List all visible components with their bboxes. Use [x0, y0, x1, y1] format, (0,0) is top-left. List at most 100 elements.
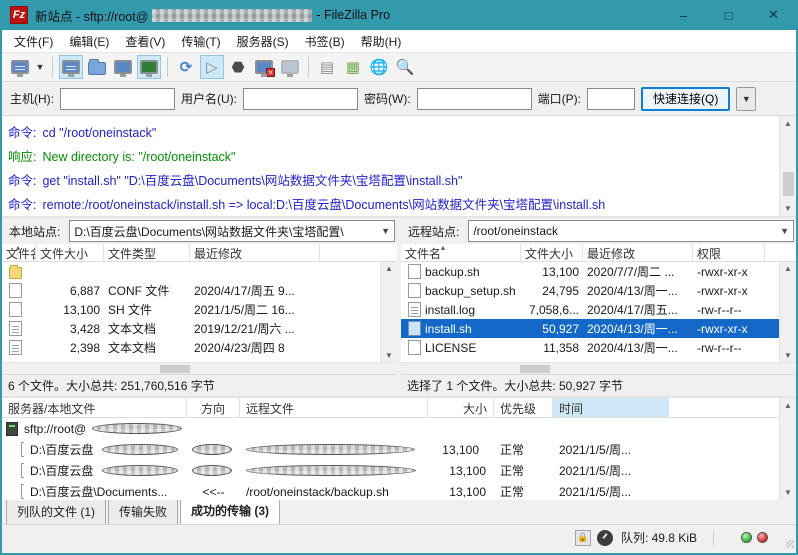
cancel-operation-icon[interactable]: ⬣	[226, 55, 250, 79]
file-icon	[408, 321, 421, 336]
lock-icon[interactable]: 🔒	[575, 530, 591, 546]
statusbar-divider	[713, 530, 714, 546]
queue-row[interactable]: D:\百度云盘\Documents... <<-- /root/oneinsta…	[2, 481, 796, 500]
port-label: 端口(P):	[538, 90, 581, 107]
menu-transfer[interactable]: 传输(T)	[173, 31, 228, 52]
remote-path-combobox[interactable]: /root/oneinstack ▼	[468, 220, 794, 242]
remote-file-row[interactable]: backup.sh 13,100 2020/7/7/周二 ... -rwxr-x…	[401, 262, 796, 281]
queue-col-time[interactable]: 时间	[553, 398, 669, 417]
chevron-down-icon[interactable]: ▼	[377, 226, 390, 236]
maximize-button[interactable]: □	[706, 0, 751, 30]
remote-col-name[interactable]: 文件名▴	[401, 244, 521, 261]
local-file-row[interactable]: 2,398 文本文档 2020/4/23/周四 8	[2, 338, 397, 357]
menu-file[interactable]: 文件(F)	[6, 31, 61, 52]
queue-col-size[interactable]: 大小	[428, 398, 494, 417]
log-scrollbar[interactable]: ▲ ▼	[779, 116, 796, 216]
local-col-modified[interactable]: 最近修改	[190, 244, 320, 261]
local-file-row[interactable]	[2, 262, 397, 281]
site-manager-icon[interactable]	[8, 55, 32, 79]
local-file-list: 6,887 CONF 文件 2020/4/17/周五 9... 13,100 S…	[2, 262, 397, 362]
remote-col-modified[interactable]: 最近修改	[583, 244, 693, 261]
remote-col-perms[interactable]: 权限	[693, 244, 765, 261]
remote-file-list: backup.sh 13,100 2020/7/7/周二 ... -rwxr-x…	[401, 262, 796, 362]
queue-col-local[interactable]: 服务器/本地文件	[2, 398, 187, 417]
toolbar-separator	[52, 57, 53, 77]
queue-col-remote[interactable]: 远程文件	[240, 398, 428, 417]
disconnect-icon[interactable]: ✕	[252, 55, 276, 79]
queue-row-server[interactable]: sftp://root@	[2, 418, 796, 439]
green-status-light-icon	[741, 532, 752, 543]
username-input[interactable]	[243, 88, 358, 110]
filezilla-window: Fz 新站点 - sftp://root@ - FileZilla Pro – …	[0, 0, 798, 555]
local-hscrollbar[interactable]	[2, 362, 397, 374]
local-column-header: ▴文件名 文件大小 文件类型 最近修改	[2, 244, 397, 262]
local-path-combobox[interactable]: D:\百度云盘\Documents\网站数据文件夹\宝塔配置\ ▼	[69, 220, 395, 242]
remote-file-row[interactable]: LICENSE 11,358 2020/4/13/周一... -rw-r--r-…	[401, 338, 796, 357]
search-icon[interactable]: 🔍	[393, 55, 417, 79]
local-site-bar: 本地站点: D:\百度云盘\Documents\网站数据文件夹\宝塔配置\ ▼	[2, 218, 397, 244]
window-title-suffix: - FileZilla Pro	[316, 8, 390, 22]
menu-help[interactable]: 帮助(H)	[353, 31, 410, 52]
menu-view[interactable]: 查看(V)	[117, 31, 173, 52]
minimize-button[interactable]: –	[661, 0, 706, 30]
local-path-value: D:\百度云盘\Documents\网站数据文件夹\宝塔配置\	[74, 223, 377, 240]
reconnect-icon[interactable]	[278, 55, 302, 79]
queue-size-text: 队列: 49.8 KiB	[621, 529, 697, 546]
toggle-message-log-icon[interactable]	[59, 55, 83, 79]
toggle-remote-tree-icon[interactable]	[111, 55, 135, 79]
local-list-scrollbar[interactable]: ▲ ▼	[380, 262, 397, 362]
local-col-size[interactable]: 文件大小	[36, 244, 104, 261]
file-icon	[21, 442, 24, 457]
queue-col-direction[interactable]: 方向	[187, 398, 240, 417]
tab-successful-transfers[interactable]: 成功的传输 (3)	[180, 498, 280, 524]
queue-scrollbar[interactable]: ▲ ▼	[779, 398, 796, 500]
queue-row[interactable]: D:\百度云盘 13,100 正常 2021/1/5/周...	[2, 460, 796, 481]
file-panes: 本地站点: D:\百度云盘\Documents\网站数据文件夹\宝塔配置\ ▼ …	[2, 218, 796, 396]
remote-pane: 远程站点: /root/oneinstack ▼ 文件名▴ 文件大小 最近修改 …	[401, 218, 796, 396]
remote-col-size[interactable]: 文件大小	[521, 244, 583, 261]
file-icon	[9, 283, 22, 298]
queue-col-priority[interactable]: 优先级	[494, 398, 553, 417]
resize-grip[interactable]	[786, 540, 794, 548]
local-col-name[interactable]: ▴文件名	[2, 244, 36, 261]
synchronized-browsing-icon[interactable]: 🌐	[367, 55, 391, 79]
queue-row[interactable]: D:\百度云盘 13,100 正常 2021/1/5/周...	[2, 439, 796, 460]
menu-edit[interactable]: 编辑(E)	[61, 31, 117, 52]
password-input[interactable]	[417, 88, 532, 110]
quickconnect-button[interactable]: 快速连接(Q)	[641, 87, 730, 111]
local-file-row[interactable]: 6,887 CONF 文件 2020/4/17/周五 9...	[2, 281, 397, 300]
local-file-row[interactable]: 13,100 SH 文件 2021/1/5/周二 16...	[2, 300, 397, 319]
remote-file-row[interactable]: install.log 7,058,6... 2020/4/17/周五... -…	[401, 300, 796, 319]
local-file-row[interactable]: 3,428 文本文档 2019/12/21/周六 ...	[2, 319, 397, 338]
host-input[interactable]	[60, 88, 175, 110]
directory-comparison-icon[interactable]: ▦	[341, 55, 365, 79]
menu-bookmarks[interactable]: 书签(B)	[297, 31, 353, 52]
remote-list-scrollbar[interactable]: ▲ ▼	[779, 262, 796, 362]
window-controls: – □ ✕	[661, 0, 796, 30]
remote-hscrollbar[interactable]	[401, 362, 796, 374]
speed-limit-icon[interactable]	[597, 530, 613, 546]
remote-file-row-selected[interactable]: install.sh 50,927 2020/4/13/周一... -rwxr-…	[401, 319, 796, 338]
chevron-down-icon[interactable]: ▼	[776, 226, 789, 236]
site-manager-dropdown-icon[interactable]: ▼	[34, 55, 46, 79]
menu-bar: 文件(F) 编辑(E) 查看(V) 传输(T) 服务器(S) 书签(B) 帮助(…	[2, 30, 796, 52]
menu-server[interactable]: 服务器(S)	[229, 31, 297, 52]
redacted-text	[246, 465, 416, 476]
process-queue-icon[interactable]: ▷	[200, 55, 224, 79]
toggle-queue-icon[interactable]	[137, 55, 161, 79]
quickconnect-dropdown-icon[interactable]: ▼	[736, 87, 756, 111]
log-label: 命令:	[8, 198, 36, 212]
filter-icon[interactable]: ▤	[315, 55, 339, 79]
remote-file-row[interactable]: backup_setup.sh 24,795 2020/4/13/周一... -…	[401, 281, 796, 300]
remote-site-bar: 远程站点: /root/oneinstack ▼	[401, 218, 796, 244]
tab-failed-transfers[interactable]: 传输失败	[108, 499, 178, 524]
close-button[interactable]: ✕	[751, 0, 796, 30]
port-input[interactable]	[587, 88, 635, 110]
redacted-text	[102, 465, 178, 476]
local-col-type[interactable]: 文件类型	[104, 244, 190, 261]
log-label: 命令:	[8, 174, 36, 188]
transfer-queue: 服务器/本地文件 方向 远程文件 大小 优先级 时间 sftp://root@ …	[2, 396, 796, 500]
tab-queued-files[interactable]: 列队的文件 (1)	[6, 499, 106, 524]
refresh-icon[interactable]: ⟳	[174, 55, 198, 79]
toggle-local-tree-icon[interactable]	[85, 55, 109, 79]
